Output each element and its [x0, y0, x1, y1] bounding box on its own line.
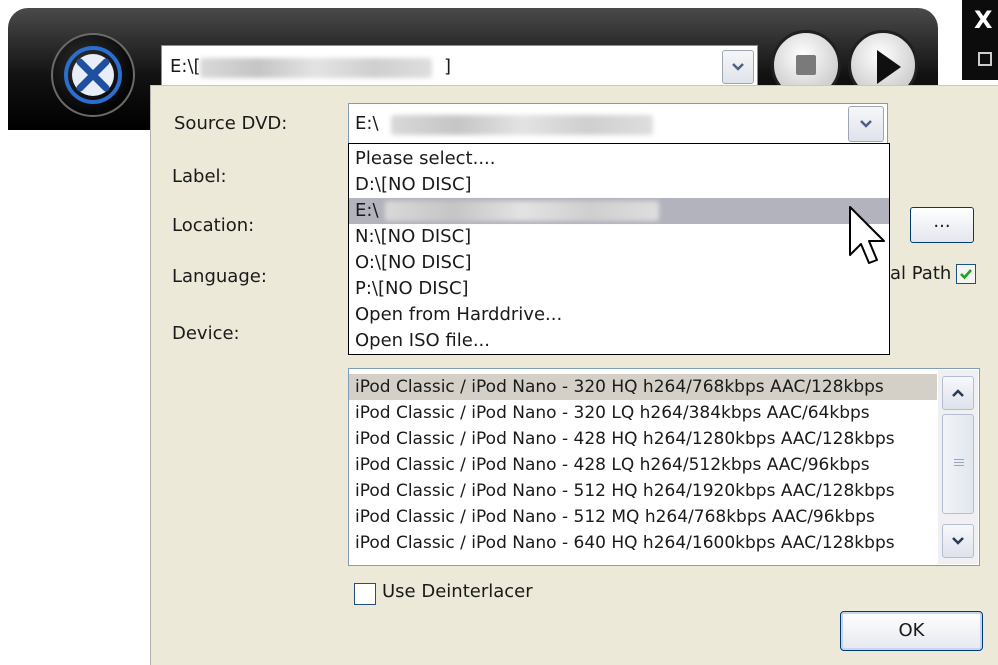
- dropdown-option[interactable]: Please select....: [349, 146, 889, 172]
- chevron-down-icon: [860, 120, 872, 128]
- use-deinterlacer-checkbox[interactable]: [354, 583, 376, 605]
- device-list-item[interactable]: iPod Classic / iPod Nano - 512 MQ h264/7…: [349, 504, 937, 530]
- option-text: Open ISO file...: [355, 330, 490, 351]
- source-dvd-dropdown-list: Please select.... D:\[NO DISC] E:\ N:\[N…: [348, 143, 890, 355]
- grip-icon: [954, 459, 964, 467]
- option-text: E:\: [355, 200, 379, 221]
- device-list-item[interactable]: iPod Classic / iPod Nano - 512 HQ h264/1…: [349, 478, 937, 504]
- top-source-text-end: ]: [444, 56, 452, 77]
- use-deinterlacer-label: Use Deinterlacer: [382, 581, 533, 602]
- dropdown-option[interactable]: P:\[NO DISC]: [349, 276, 889, 302]
- location-label: Location:: [172, 215, 255, 236]
- chevron-down-icon: [952, 537, 964, 545]
- source-dvd-value: E:\: [355, 113, 379, 134]
- chevron-up-icon: [952, 389, 964, 397]
- top-source-combo[interactable]: E:\[ ]: [161, 45, 758, 89]
- close-icon[interactable]: X: [974, 6, 993, 34]
- dropdown-option-selected[interactable]: E:\: [349, 198, 889, 224]
- option-text: N:\[NO DISC]: [355, 226, 472, 247]
- device-label: Device:: [172, 323, 240, 344]
- device-list-item[interactable]: iPod Classic / iPod Nano - 320 HQ h264/7…: [349, 374, 937, 400]
- stop-icon: [796, 55, 816, 75]
- redacted-volume-name: [384, 201, 659, 221]
- scroll-up-button[interactable]: [942, 376, 974, 410]
- mouse-pointer-icon: [849, 206, 885, 264]
- scroll-down-button[interactable]: [942, 524, 974, 558]
- scroll-thumb[interactable]: [942, 414, 974, 514]
- option-text: Please select....: [355, 148, 496, 169]
- option-text: D:\[NO DISC]: [355, 174, 472, 195]
- redacted-volume-name: [200, 58, 432, 78]
- source-dvd-label: Source DVD:: [174, 113, 288, 134]
- dropdown-option[interactable]: O:\[NO DISC]: [349, 250, 889, 276]
- label-label: Label:: [172, 166, 227, 187]
- dropdown-option[interactable]: Open from Harddrive...: [349, 302, 889, 328]
- browse-location-button[interactable]: ...: [910, 207, 974, 243]
- app-logo-icon: [51, 33, 135, 117]
- top-dropdown-button[interactable]: [722, 50, 754, 84]
- source-dvd-select[interactable]: E:\: [348, 103, 888, 145]
- top-source-text: E:\[: [170, 56, 201, 77]
- ok-button[interactable]: OK: [840, 611, 983, 651]
- dropdown-option[interactable]: N:\[NO DISC]: [349, 224, 889, 250]
- checkmark-icon: [960, 269, 972, 280]
- chevron-down-icon: [732, 63, 744, 71]
- original-path-checkbox[interactable]: [956, 264, 976, 284]
- option-text: O:\[NO DISC]: [355, 252, 472, 273]
- device-list-scrollbar[interactable]: [938, 370, 978, 564]
- play-icon: [877, 50, 901, 84]
- window-controls: X: [962, 0, 998, 80]
- option-text: P:\[NO DISC]: [355, 278, 469, 299]
- device-list-item[interactable]: iPod Classic / iPod Nano - 428 HQ h264/1…: [349, 426, 937, 452]
- device-list-item[interactable]: iPod Classic / iPod Nano - 428 LQ h264/5…: [349, 452, 937, 478]
- device-listbox[interactable]: iPod Classic / iPod Nano - 320 HQ h264/7…: [348, 368, 980, 566]
- restore-icon[interactable]: [978, 52, 992, 66]
- language-label: Language:: [172, 266, 267, 287]
- dropdown-option[interactable]: Open ISO file...: [349, 328, 889, 354]
- option-text: Open from Harddrive...: [355, 304, 563, 325]
- dropdown-option[interactable]: D:\[NO DISC]: [349, 172, 889, 198]
- redacted-volume-name: [391, 115, 653, 135]
- original-path-label: al Path: [890, 263, 952, 284]
- source-dropdown-button[interactable]: [848, 106, 884, 142]
- device-list-item[interactable]: iPod Classic / iPod Nano - 320 LQ h264/3…: [349, 400, 937, 426]
- device-list-item[interactable]: iPod Classic / iPod Nano - 640 HQ h264/1…: [349, 530, 937, 556]
